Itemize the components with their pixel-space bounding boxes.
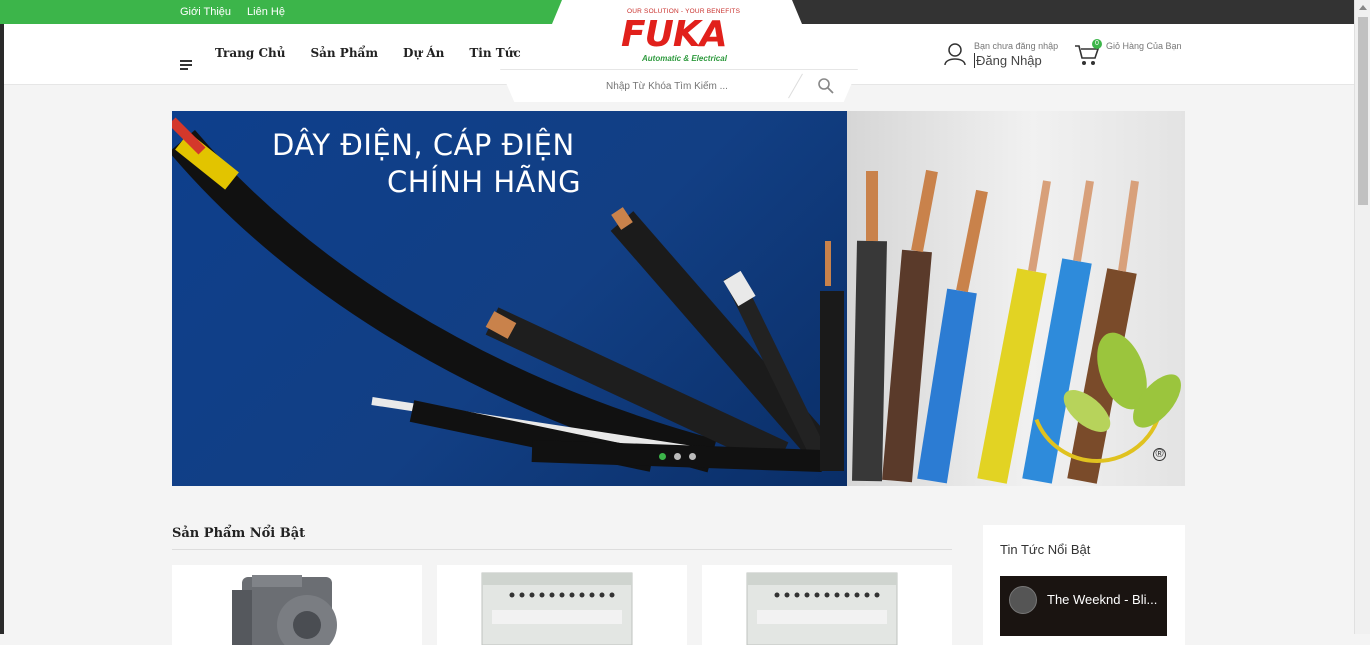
- banner-line1: DÂY ĐIỆN, CÁP ĐIỆN: [272, 128, 575, 162]
- login-status: Bạn chưa đăng nhập: [974, 41, 1059, 51]
- window-edge: [0, 24, 4, 634]
- carousel-dot-2[interactable]: [674, 453, 681, 460]
- motor-image: [232, 575, 337, 645]
- featured-news-title: Tin Tức Nổi Bật: [1000, 542, 1091, 557]
- video-thumbnail[interactable]: The Weeknd - Bli...: [1000, 576, 1167, 636]
- cart-label[interactable]: Giỏ Hàng Của Bạn: [1106, 41, 1182, 51]
- carousel-dot-1[interactable]: [659, 453, 666, 460]
- top-bar-green: [0, 0, 575, 24]
- product-card[interactable]: [702, 565, 952, 645]
- product-card[interactable]: [437, 565, 687, 645]
- video-title: The Weeknd - Bli...: [1047, 592, 1158, 607]
- featured-products-title: Sản Phẩm Nổi Bật: [172, 526, 306, 541]
- user-icon[interactable]: [944, 42, 966, 66]
- main-nav: Trang Chủ Sản Phẩm Dự Án Tin Tức: [215, 46, 521, 60]
- nav-projects[interactable]: Dự Án: [403, 46, 444, 60]
- logo-word: FUKA: [621, 14, 728, 55]
- hero-banner[interactable]: DÂY ĐIỆN, CÁP ĐIỆN CHÍNH HÃNG ®: [172, 111, 1185, 486]
- logo[interactable]: OUR SOLUTION - YOUR BENEFITS FUKA Automa…: [615, 8, 740, 66]
- scrollbar-thumb[interactable]: [1358, 17, 1368, 205]
- top-links: Giới Thiệu Liên Hệ: [180, 0, 285, 24]
- nav-news[interactable]: Tin Tức: [469, 46, 520, 60]
- login-link[interactable]: Đăng Nhập: [974, 53, 1042, 68]
- banner-heading: DÂY ĐIỆN, CÁP ĐIỆN CHÍNH HÃNG: [272, 127, 581, 201]
- product-card[interactable]: [172, 565, 422, 645]
- carousel-dots: [659, 453, 696, 460]
- registered-mark: ®: [1153, 448, 1166, 461]
- scroll-up-arrow-icon[interactable]: [1359, 5, 1367, 10]
- io-module-image: [746, 572, 898, 645]
- nav-home[interactable]: Trang Chủ: [215, 46, 285, 60]
- nav-products[interactable]: Sản Phẩm: [310, 46, 378, 60]
- carousel-dot-3[interactable]: [689, 453, 696, 460]
- hamburger-icon[interactable]: [180, 60, 192, 72]
- io-module-image: [481, 572, 633, 645]
- banner-line2: CHÍNH HÃNG: [387, 165, 582, 199]
- section-divider: [172, 549, 952, 550]
- logo-subtitle: Automatic & Electrical: [642, 54, 727, 63]
- search-icon[interactable]: [816, 76, 836, 96]
- cart-count-badge: 0: [1092, 39, 1102, 49]
- link-about[interactable]: Giới Thiệu: [180, 6, 231, 18]
- vertical-scrollbar[interactable]: [1354, 0, 1370, 634]
- link-contact[interactable]: Liên Hệ: [247, 6, 285, 18]
- search-input[interactable]: [550, 76, 784, 96]
- channel-avatar: [1009, 586, 1037, 614]
